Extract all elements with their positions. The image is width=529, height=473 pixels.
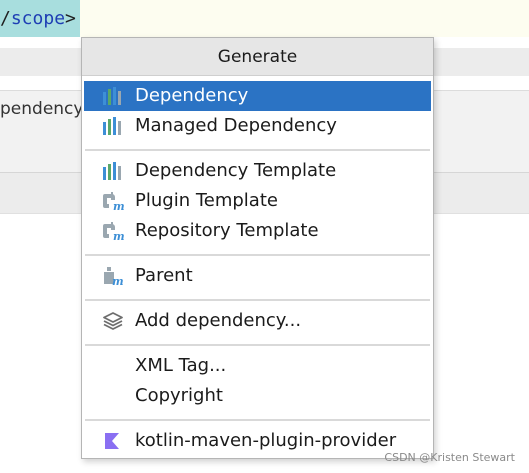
menu-item-add-dependency[interactable]: Add dependency... bbox=[84, 306, 431, 336]
tool-panel-text: pendency bbox=[0, 99, 84, 119]
maven-bars-icon bbox=[103, 117, 121, 135]
maven-bars-icon bbox=[103, 87, 121, 105]
menu-item-copyright[interactable]: Copyright bbox=[84, 381, 431, 411]
menu-item-label: XML Tag... bbox=[135, 355, 227, 376]
svg-text:m: m bbox=[113, 200, 124, 211]
maven-parent-icon: m bbox=[104, 267, 124, 286]
watermark: CSDN @Kristen Stewart bbox=[384, 451, 515, 464]
maven-plugin-icon: m bbox=[103, 192, 124, 211]
menu-item-kotlin-maven-plugin-provider[interactable]: kotlin-maven-plugin-provider bbox=[84, 426, 431, 456]
menu-separator bbox=[85, 149, 430, 151]
code-tag-name: scope bbox=[10, 8, 66, 29]
layers-icon bbox=[103, 312, 123, 330]
menu-separator bbox=[85, 344, 430, 346]
menu-item-dependency-template[interactable]: Dependency Template bbox=[84, 156, 431, 186]
menu-item-label: Dependency Template bbox=[135, 160, 337, 181]
menu-item-plugin-template[interactable]: m Plugin Template bbox=[84, 186, 431, 216]
menu-item-label: kotlin-maven-plugin-provider bbox=[135, 430, 397, 451]
menu-item-label: Managed Dependency bbox=[135, 115, 337, 136]
code-fragment[interactable]: /scope> bbox=[0, 0, 80, 37]
generate-popup-menu: Generate Dependency Managed Dependency D… bbox=[81, 37, 434, 459]
menu-separator bbox=[85, 254, 430, 256]
menu-item-repository-template[interactable]: m Repository Template bbox=[84, 216, 431, 246]
menu-item-label: Repository Template bbox=[135, 220, 319, 241]
code-slash: / bbox=[0, 8, 11, 29]
menu-item-label: Copyright bbox=[135, 385, 223, 406]
menu-item-label: Parent bbox=[135, 265, 193, 286]
menu-separator bbox=[85, 299, 430, 301]
ide-screenshot: /scope> pendency Generate Dependency Man… bbox=[0, 0, 529, 473]
svg-text:m: m bbox=[112, 275, 124, 286]
menu-item-label: Add dependency... bbox=[135, 310, 302, 331]
menu-item-dependency[interactable]: Dependency bbox=[84, 81, 431, 111]
svg-text:m: m bbox=[113, 230, 124, 241]
maven-plugin-icon: m bbox=[103, 222, 124, 241]
menu-item-managed-dependency[interactable]: Managed Dependency bbox=[84, 111, 431, 141]
maven-bars-icon bbox=[103, 162, 121, 180]
menu-separator bbox=[85, 419, 430, 421]
menu-item-label: Plugin Template bbox=[135, 190, 278, 211]
code-angle-bracket: > bbox=[65, 8, 76, 29]
kotlin-icon bbox=[105, 433, 119, 449]
popup-title: Generate bbox=[82, 38, 433, 76]
menu-item-label: Dependency bbox=[135, 85, 249, 106]
menu-item-parent[interactable]: m Parent bbox=[84, 261, 431, 291]
menu-item-xml-tag[interactable]: XML Tag... bbox=[84, 351, 431, 381]
